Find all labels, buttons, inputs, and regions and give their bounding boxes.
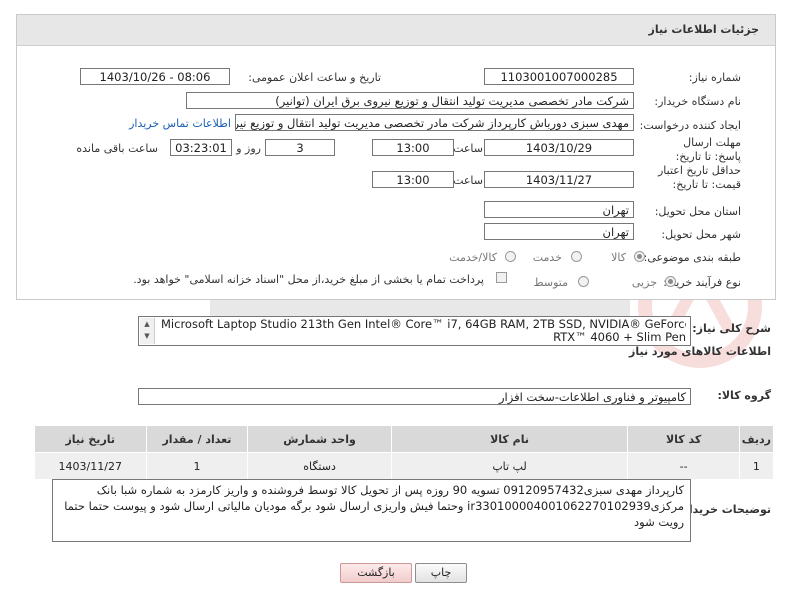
process-minor-label: جزیی [631, 276, 657, 289]
reply-time-label: ساعت [453, 142, 483, 155]
description-line-2: RTX™ 4060 + Slim Pen [553, 330, 686, 344]
remaining-label: ساعت باقی مانده [76, 142, 158, 155]
contact-buyer-link[interactable]: اطلاعات تماس خریدار [129, 117, 231, 130]
col-unit: واحد شمارش [247, 425, 392, 453]
category-radio-goods[interactable] [634, 251, 645, 262]
panel-title: جزئیات اطلاعات نیاز [648, 23, 760, 36]
back-button[interactable]: بازگشت [340, 563, 412, 583]
category-goods-service-label: کالا/خدمت [449, 251, 497, 264]
col-code: کد کالا [627, 425, 740, 453]
category-service-label: خدمت [532, 251, 562, 264]
remaining-time-field[interactable]: 03:23:01 [170, 139, 232, 156]
panel-header: جزئیات اطلاعات نیاز [17, 15, 775, 46]
category-goods-label: کالا [611, 251, 626, 264]
col-date: تاریخ نیاز [34, 425, 147, 453]
reply-date-field[interactable]: 1403/10/29 [484, 139, 634, 156]
province-label: استان محل تحویل: [654, 205, 741, 218]
table-header-row: ردیف کد کالا نام کالا واحد شمارش تعداد /… [34, 425, 775, 453]
treasury-payment-note: پرداخت تمام یا بخشی از مبلغ خرید،از محل … [133, 273, 484, 286]
reply-deadline-label: مهلت ارسال پاسخ: تا تاریخ: [675, 136, 741, 163]
col-row: ردیف [738, 425, 775, 453]
price-validity-label: حداقل تاریخ اعتبار قیمت: تا تاریخ: [657, 164, 741, 191]
description-scrollbar[interactable]: ▲ ▼ [140, 318, 155, 344]
goods-group-field[interactable]: کامپیوتر و فناوری اطلاعات-سخت افزار [138, 388, 691, 405]
validity-date-field[interactable]: 1403/11/27 [484, 171, 634, 188]
description-label: شرح کلی نیاز: [692, 322, 771, 335]
category-radio-service[interactable] [571, 251, 582, 262]
creator-label: ایجاد کننده درخواست: [639, 119, 741, 132]
items-table: ردیف کد کالا نام کالا واحد شمارش تعداد /… [34, 425, 775, 480]
cell-name: لپ تاپ [390, 452, 629, 480]
col-qty: تعداد / مقدار [145, 425, 249, 453]
announce-date-field[interactable]: 1403/10/26 - 08:06 [80, 68, 230, 85]
need-number-field[interactable]: 1103001007000285 [484, 68, 634, 85]
validity-time-field[interactable]: 13:00 [372, 171, 454, 188]
need-number-label: شماره نیاز: [688, 71, 741, 84]
category-radio-goods-service[interactable] [505, 251, 516, 262]
cell-unit: دستگاه [247, 452, 392, 480]
announce-date-label: تاریخ و ساعت اعلان عمومی: [248, 71, 381, 84]
cell-row: 1 [738, 452, 775, 480]
process-radio-medium[interactable] [578, 276, 589, 287]
description-textarea[interactable]: ▲ ▼ Microsoft Laptop Studio 213th Gen Int… [138, 316, 691, 346]
validity-time-label: ساعت [453, 174, 483, 187]
col-name: نام کالا [390, 425, 629, 453]
goods-info-title: اطلاعات کالاهای مورد نیاز [629, 345, 771, 358]
process-medium-label: متوسط [533, 276, 568, 289]
days-count-field[interactable]: 3 [265, 139, 335, 156]
buyer-org-field[interactable]: شرکت مادر تخصصی مدیریت تولید انتقال و تو… [186, 92, 634, 109]
creator-field[interactable]: مهدی سبزی دورباش کارپرداز شرکت مادر تخصص… [235, 114, 634, 131]
cell-code: -- [627, 452, 740, 480]
treasury-payment-checkbox[interactable] [496, 272, 507, 283]
city-label: شهر محل تحویل: [661, 228, 741, 241]
city-field[interactable]: تهران [484, 223, 634, 240]
days-and-label: روز و [236, 142, 261, 155]
goods-group-label: گروه کالا: [717, 389, 771, 402]
print-button[interactable]: چاپ [415, 563, 467, 583]
buyer-org-label: نام دستگاه خریدار: [654, 95, 741, 108]
table-row[interactable]: 1 -- لپ تاپ دستگاه 1 1403/11/27 [34, 452, 775, 480]
province-field[interactable]: تهران [484, 201, 634, 218]
reply-time-field[interactable]: 13:00 [372, 139, 454, 156]
cell-qty: 1 [145, 452, 249, 480]
cell-date: 1403/11/27 [34, 452, 147, 480]
process-radio-minor[interactable] [665, 276, 676, 287]
buyer-notes-label: توضیحات خریدار: [678, 503, 771, 516]
buyer-notes-field[interactable]: کارپرداز مهدی سبزی09120957432 تسویه 90 ر… [52, 479, 691, 542]
category-label: طبقه بندی موضوعی: [643, 251, 741, 264]
